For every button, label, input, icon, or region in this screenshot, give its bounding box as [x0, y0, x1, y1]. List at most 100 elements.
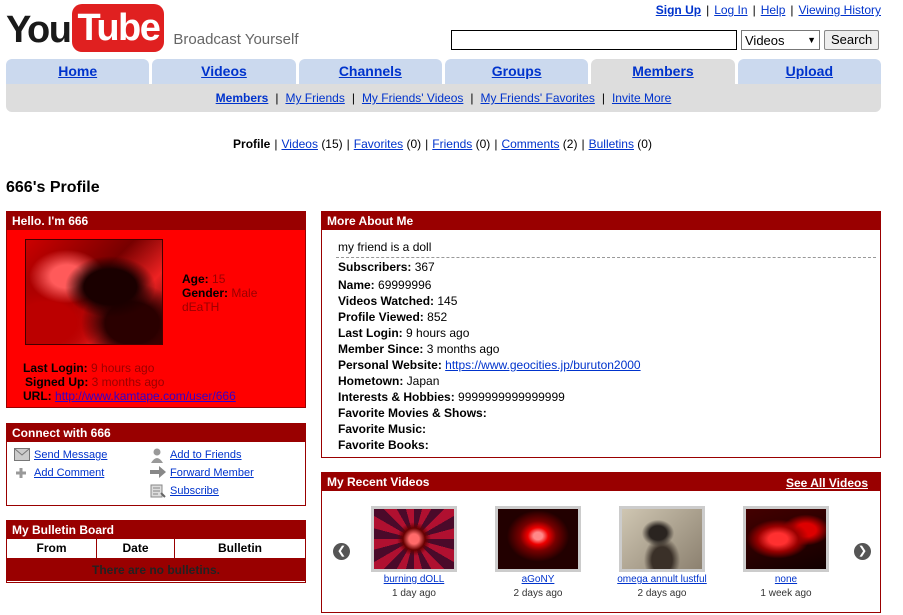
subscribe-action[interactable]: Subscribe	[150, 484, 219, 498]
tab-videos[interactable]: Videos	[152, 59, 296, 84]
more-about-me-title: More About Me	[322, 212, 880, 230]
help-link[interactable]: Help	[761, 3, 786, 17]
next-arrow-icon[interactable]: ❯	[854, 543, 871, 560]
profile-nav-current: Profile	[233, 137, 271, 151]
about-value: 9 hours ago	[406, 326, 470, 340]
connect-box: Connect with 666 Send Message Add Commen…	[6, 423, 306, 506]
person-add-icon	[150, 448, 166, 463]
signed-up-row: Signed Up: 3 months ago	[25, 375, 164, 389]
search-bar: Videos ▼ Search	[451, 30, 880, 50]
about-value: Japan	[406, 374, 440, 388]
about-row-subscribers: Subscribers: 367	[338, 260, 435, 274]
connect-box-title: Connect with 666	[7, 424, 305, 442]
subnav-my-friends[interactable]: My Friends	[285, 91, 344, 105]
profile-tagline: dEaTH	[182, 300, 219, 314]
about-row-movies: Favorite Movies & Shows:	[338, 406, 487, 420]
video-thumbnail[interactable]	[495, 506, 581, 572]
tab-members-label[interactable]: Members	[632, 63, 693, 79]
about-label: Favorite Movies & Shows:	[338, 406, 487, 420]
logo-tube-badge: Tube	[72, 4, 165, 52]
subnav-members[interactable]: Members	[216, 91, 269, 105]
video-title-link[interactable]: none	[731, 574, 841, 585]
about-divider	[336, 257, 876, 258]
main-tabs: Home Videos Channels Groups Members Uplo…	[6, 59, 881, 84]
video-item: none 1 week ago	[731, 506, 841, 599]
tab-channels-label[interactable]: Channels	[339, 63, 402, 79]
video-thumbnail[interactable]	[371, 506, 457, 572]
video-title-link[interactable]: omega annult lustful	[607, 574, 717, 585]
tab-groups[interactable]: Groups	[444, 59, 589, 84]
age-row: Age: 15	[182, 272, 225, 286]
tab-home-label[interactable]: Home	[58, 63, 97, 79]
profile-nav-favorites[interactable]: Favorites	[354, 137, 403, 151]
age-label: Age:	[182, 272, 209, 286]
gender-row: Gender: Male	[182, 286, 257, 300]
log-in-link[interactable]: Log In	[714, 3, 747, 17]
video-thumbnail[interactable]	[619, 506, 705, 572]
video-title-link[interactable]: aGoNY	[483, 574, 593, 585]
see-all-videos-link[interactable]: See All Videos	[786, 474, 868, 492]
profile-nav-bulletins[interactable]: Bulletins	[589, 137, 634, 151]
sign-up-link[interactable]: Sign Up	[656, 3, 701, 17]
subnav-friends-videos[interactable]: My Friends' Videos	[362, 91, 463, 105]
send-message-action[interactable]: Send Message	[14, 448, 107, 462]
add-to-friends-link[interactable]: Add to Friends	[170, 449, 242, 461]
bulletin-empty-message: There are no bulletins.	[7, 559, 305, 581]
video-title-link[interactable]: burning dOLL	[359, 574, 469, 585]
profile-tagline-text: dEaTH	[182, 300, 220, 314]
profile-nav-comments[interactable]: Comments	[501, 137, 559, 151]
forward-arrow-icon	[150, 466, 166, 480]
search-type-value: Videos	[745, 32, 785, 48]
bulletin-col-from: From	[7, 539, 97, 558]
youtube-logo[interactable]: You Tube Broadcast Yourself	[6, 4, 299, 52]
envelope-icon	[14, 448, 30, 462]
search-button[interactable]: Search	[824, 30, 880, 50]
forward-member-link[interactable]: Forward Member	[170, 467, 254, 479]
video-item: aGoNY 2 days ago	[483, 506, 593, 599]
subscribe-link[interactable]: Subscribe	[170, 485, 219, 497]
video-thumbnail[interactable]	[743, 506, 829, 572]
video-age: 2 days ago	[637, 588, 687, 599]
more-about-me-box: More About Me my friend is a doll Subscr…	[321, 211, 881, 458]
about-row-hometown: Hometown: Japan	[338, 374, 439, 388]
profile-nav-bulletins-count: (0)	[637, 137, 652, 151]
send-message-link[interactable]: Send Message	[34, 449, 107, 461]
tab-members[interactable]: Members	[591, 59, 735, 84]
tab-groups-label[interactable]: Groups	[492, 63, 542, 79]
profile-picture[interactable]	[25, 239, 163, 345]
recent-videos-box: My Recent Videos See All Videos ❮ ❯ burn…	[321, 472, 881, 613]
tab-channels[interactable]: Channels	[298, 59, 442, 84]
prev-arrow-icon[interactable]: ❮	[333, 543, 350, 560]
viewing-history-link[interactable]: Viewing History	[799, 3, 881, 17]
profile-url-link[interactable]: http://www.kamtape.com/user/666	[55, 389, 236, 403]
about-label: Hometown:	[338, 374, 404, 388]
page-title: 666's Profile	[6, 179, 100, 196]
forward-member-action[interactable]: Forward Member	[150, 466, 254, 480]
add-comment-link[interactable]: Add Comment	[34, 467, 104, 479]
personal-website-link[interactable]: https://www.geocities.jp/buruton2000	[445, 358, 640, 372]
tab-videos-label[interactable]: Videos	[201, 63, 247, 79]
tab-home[interactable]: Home	[6, 59, 150, 84]
profile-nav-comments-count: (2)	[562, 137, 578, 151]
add-comment-action[interactable]: Add Comment	[14, 466, 104, 480]
connect-title-text: Connect with	[12, 426, 88, 440]
about-row-name: Name: 69999996	[338, 278, 431, 292]
tab-upload[interactable]: Upload	[737, 59, 881, 84]
about-row-interests: Interests & Hobbies: 9999999999999999	[338, 390, 565, 404]
about-value: 3 months ago	[426, 342, 500, 356]
bulletin-col-bulletin: Bulletin	[218, 541, 262, 555]
hello-box-title: Hello. I'm 666	[7, 212, 305, 230]
profile-nav-friends[interactable]: Friends	[432, 137, 472, 151]
tab-upload-label[interactable]: Upload	[786, 63, 833, 79]
subnav-invite-more[interactable]: Invite More	[612, 91, 671, 105]
video-age: 2 days ago	[513, 588, 563, 599]
add-to-friends-action[interactable]: Add to Friends	[150, 448, 242, 463]
about-label: Personal Website:	[338, 358, 442, 372]
profile-nav: Profile | Videos (15) | Favorites (0) | Friend…	[233, 137, 652, 151]
search-input[interactable]	[451, 30, 737, 50]
subnav-friends-favorites[interactable]: My Friends' Favorites	[481, 91, 595, 105]
search-type-select[interactable]: Videos ▼	[741, 30, 820, 50]
profile-nav-videos[interactable]: Videos	[281, 137, 317, 151]
about-label: Last Login:	[338, 326, 403, 340]
members-subnav: Members | My Friends | My Friends' Videos | My…	[6, 84, 881, 112]
